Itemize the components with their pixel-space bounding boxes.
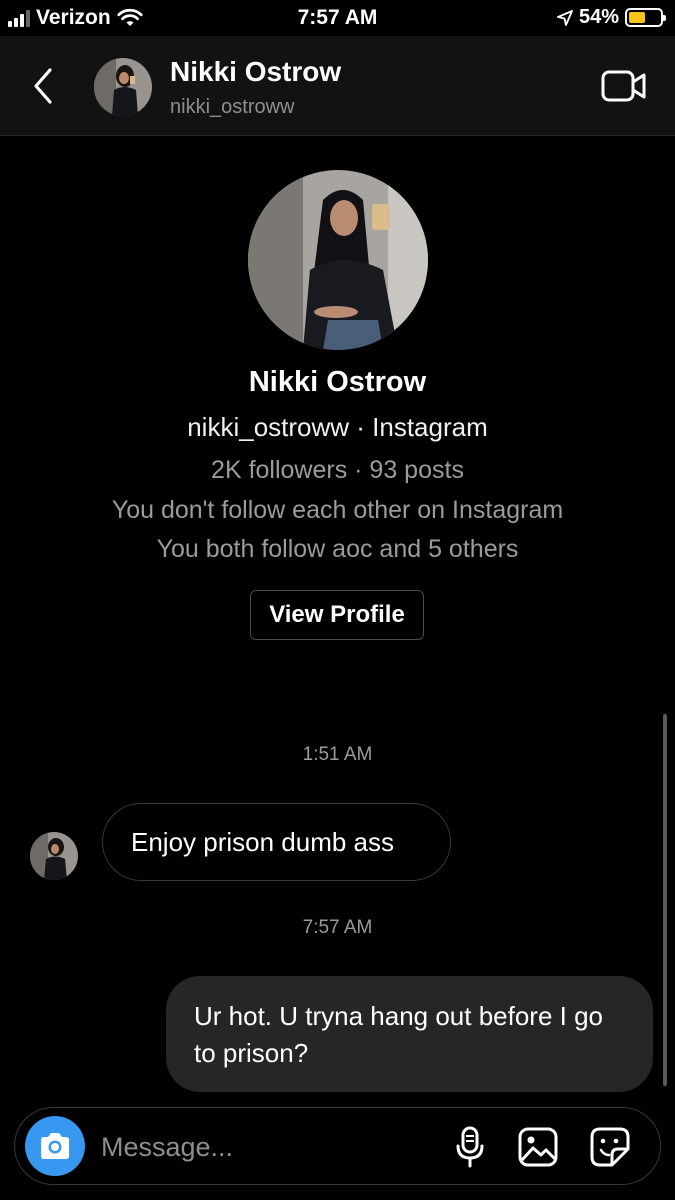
status-bar: Verizon 7:57 AM 54% [0,0,675,36]
battery-icon [625,8,666,27]
profile-handle: nikki_ostroww · Instagram [187,412,488,442]
status-right: 54% [557,6,666,29]
battery-percent: 54% [578,6,619,28]
profile-picture[interactable] [248,170,428,350]
battery-level [629,12,646,23]
incoming-message-bubble[interactable]: Enjoy prison dumb ass [102,803,451,881]
view-profile-button[interactable]: View Profile [250,590,424,640]
location-arrow-icon [557,9,573,26]
microphone-icon[interactable] [449,1126,491,1168]
follow-status: You don't follow each other on Instagram [111,496,564,524]
header-contact-name[interactable]: Nikki Ostrow [170,56,341,88]
chat-header: Nikki Ostrow nikki_ostroww [0,36,675,136]
header-avatar[interactable] [94,58,152,116]
sticker-icon[interactable] [589,1126,631,1168]
header-username: nikki_ostroww [170,96,295,118]
mutual-follows: You both follow aoc and 5 others [156,535,519,563]
video-call-icon[interactable] [601,68,647,104]
message-timestamp: 1:51 AM [302,744,373,765]
message-composer [14,1107,661,1185]
gallery-icon[interactable] [517,1126,559,1168]
message-timestamp: 7:57 AM [302,917,373,938]
camera-button[interactable] [25,1116,85,1176]
scrollbar[interactable] [663,714,667,1086]
camera-icon [41,1133,69,1159]
profile-name: Nikki Ostrow [248,366,427,398]
outgoing-message-bubble[interactable]: Ur hot. U tryna hang out before I go to … [166,976,653,1092]
profile-stats: 2K followers · 93 posts [211,456,464,484]
sender-avatar[interactable] [30,832,78,880]
message-input[interactable] [101,1128,401,1166]
back-chevron-icon[interactable] [28,64,58,108]
